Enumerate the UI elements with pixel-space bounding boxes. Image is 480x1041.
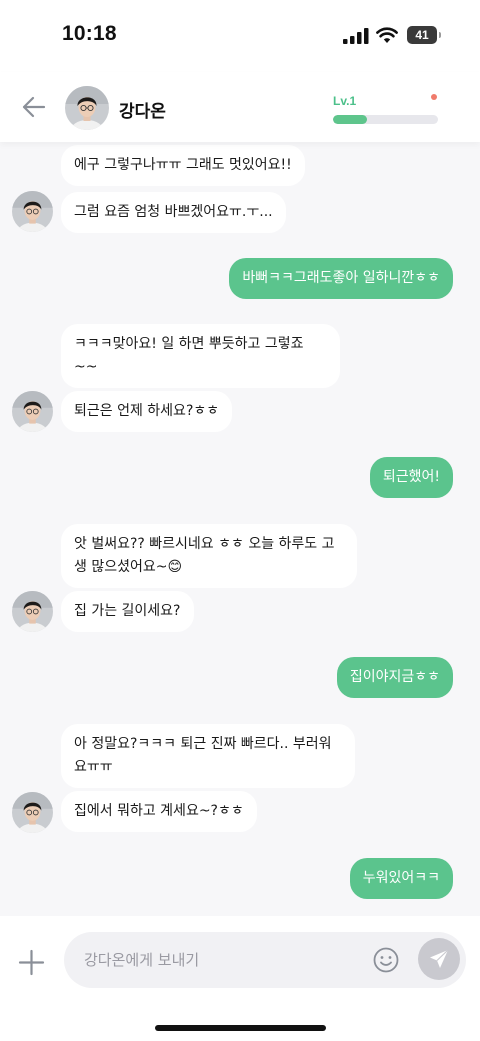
send-icon <box>430 949 449 968</box>
message-bubble-incoming[interactable]: 앗 벌써요?? 빠르시네요 ㅎㅎ 오늘 하루도 고생 많으셨어요~😊 <box>61 524 357 588</box>
contact-avatar[interactable] <box>12 591 53 632</box>
level-progress-bar <box>333 115 438 124</box>
level-progress-fill <box>333 115 367 124</box>
send-button[interactable] <box>418 938 460 980</box>
battery-icon: 41 <box>407 26 441 44</box>
status-bar: 10:18 41 <box>0 0 480 72</box>
contact-avatar[interactable] <box>12 792 53 833</box>
message-bubble-incoming[interactable]: 퇴근은 언제 하세요?ㅎㅎ <box>61 391 233 432</box>
message-bubble-outgoing[interactable]: 누워있어ㅋㅋ <box>349 858 453 899</box>
plus-icon[interactable] <box>18 949 45 976</box>
message-bubble-incoming[interactable]: ㅋㅋㅋ맞아요! 일 하면 뿌듯하고 그렇죠 ~~ <box>61 324 340 388</box>
level-label: Lv.1 <box>333 94 357 108</box>
notification-dot <box>431 94 437 100</box>
message-bubble-incoming[interactable]: 아 정말요?ㅋㅋㅋ 퇴근 진짜 빠르다.. 부러워요ㅠㅠ <box>61 724 355 788</box>
home-indicator <box>155 1025 326 1031</box>
message-composer <box>0 916 480 1041</box>
message-bubble-outgoing[interactable]: 바뻐ㅋㅋ그래도좋아 일하니깐ㅎㅎ <box>229 258 453 299</box>
chat-messages[interactable]: 에구 그렇구나ㅠㅠ 그래도 멋있어요!! 그럼 요즘 엄청 바쁘겠어요ㅠ.ㅜ..… <box>0 142 480 916</box>
back-arrow-icon[interactable] <box>22 96 46 118</box>
message-bubble-incoming[interactable]: 그럼 요즘 엄청 바쁘겠어요ㅠ.ㅜ... <box>61 192 286 233</box>
status-time: 10:18 <box>62 22 117 45</box>
message-bubble-incoming[interactable]: 에구 그렇구나ㅠㅠ 그래도 멋있어요!! <box>61 145 305 186</box>
emoji-icon[interactable] <box>373 947 399 973</box>
signal-icon <box>343 28 369 44</box>
message-bubble-outgoing[interactable]: 퇴근했어! <box>369 457 453 498</box>
contact-name: 강다온 <box>119 102 166 122</box>
contact-avatar[interactable] <box>12 391 53 432</box>
contact-avatar[interactable] <box>12 191 53 232</box>
chat-header: 강다온 Lv.1 <box>0 72 480 142</box>
message-bubble-incoming[interactable]: 집 가는 길이세요? <box>61 591 194 632</box>
message-input[interactable] <box>64 932 466 988</box>
header-avatar[interactable] <box>65 86 109 130</box>
wifi-icon <box>376 27 398 43</box>
message-bubble-incoming[interactable]: 집에서 뭐하고 계세요~?ㅎㅎ <box>61 791 257 832</box>
message-bubble-outgoing[interactable]: 집이야지금ㅎㅎ <box>336 657 453 698</box>
